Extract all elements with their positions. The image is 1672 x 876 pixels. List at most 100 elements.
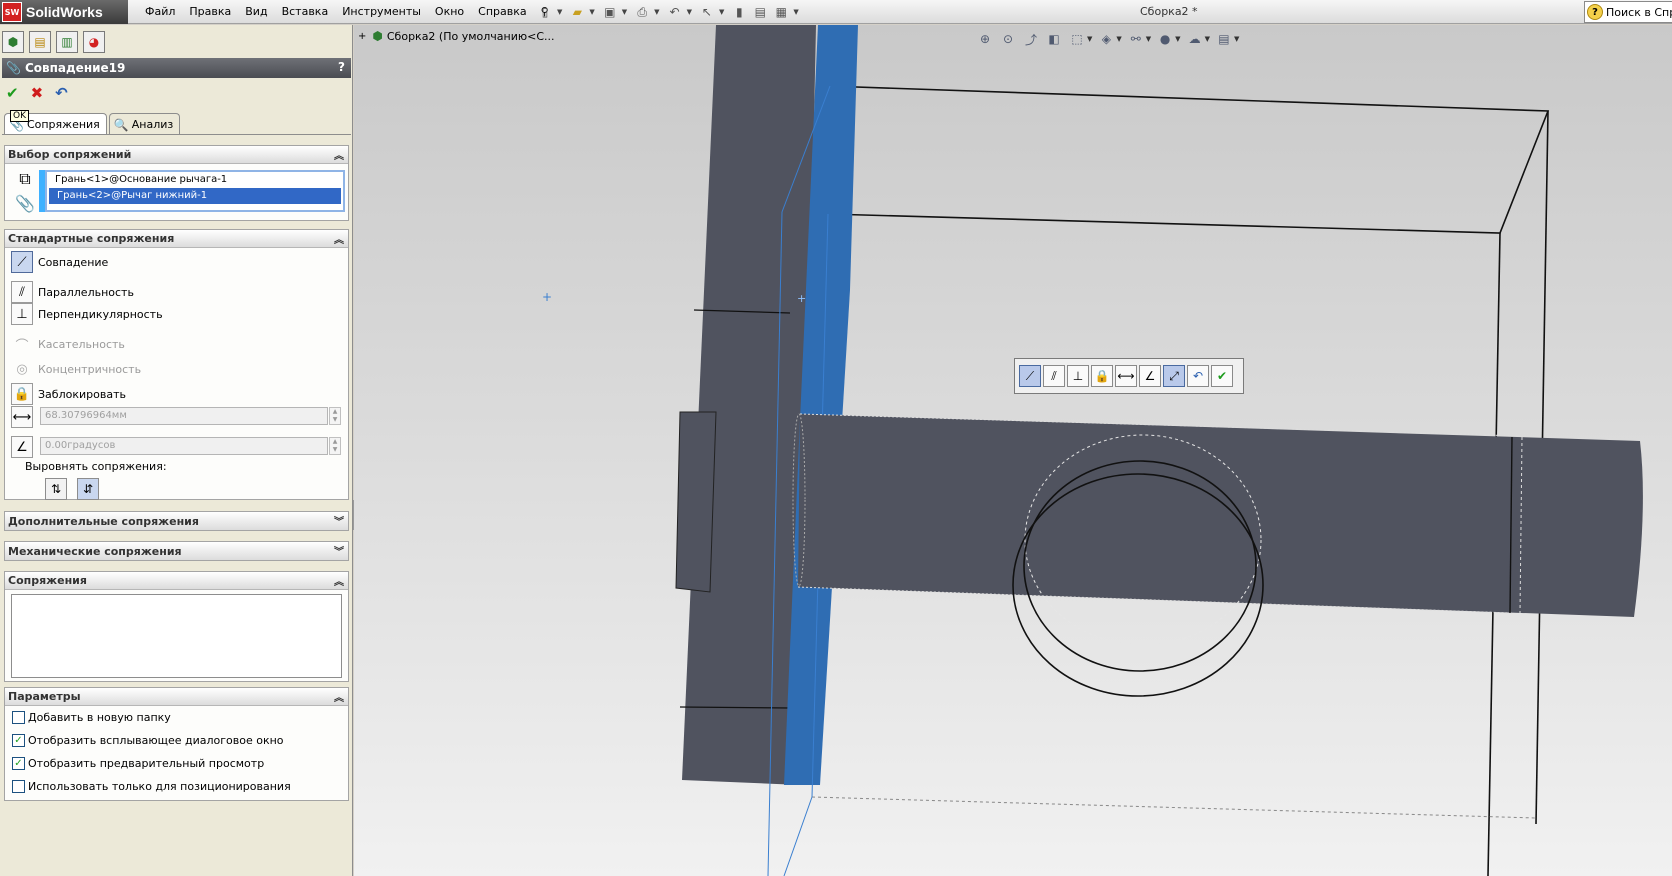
expand-plus-icon[interactable]: + [358,31,366,42]
lock-icon[interactable]: 🔒 [11,383,33,405]
coincident-icon[interactable]: ⟋ [11,251,33,273]
group-advanced-mates-header[interactable]: Дополнительные сопряжения ︾ [5,512,348,530]
mate-parallel-row[interactable]: ⫽ Параллельность [11,280,134,304]
show-preview-checkbox[interactable]: ✓ [12,756,25,770]
view-settings-dropdown[interactable]: ▼ [1234,35,1239,43]
collapse-chevron-icon[interactable]: ︽ [334,573,344,588]
appearance-icon[interactable]: ● [1156,30,1174,48]
popup-angle-icon[interactable]: ∠ [1139,365,1161,387]
parallel-icon[interactable]: ⫽ [11,281,33,303]
popup-parallel-icon[interactable]: ⫽ [1043,365,1065,387]
solidworks-logo[interactable]: SW SolidWorks [0,0,128,24]
feature-manager-tab-icon[interactable]: ⬢ [2,31,24,53]
perpendicular-icon[interactable]: ⊥ [11,303,33,325]
print-dropdown-arrow[interactable]: ▼ [654,8,659,16]
mates-list-box[interactable] [11,594,342,678]
zoom-to-area-icon[interactable]: ⊙ [999,30,1017,48]
menu-edit[interactable]: Правка [182,0,238,24]
hide-show-dropdown[interactable]: ▼ [1146,35,1151,43]
save-icon[interactable]: ▣ [601,3,619,21]
feature-tree-root[interactable]: + ⬢ Сборка2 (По умолчанию<С... [358,29,555,43]
undo-icon[interactable]: ↶ [55,84,68,102]
menu-help[interactable]: Справка [471,0,533,24]
group-standard-mates-header[interactable]: Стандартные сопряжения ︽ [5,230,348,248]
scene-icon[interactable]: ☁ [1186,30,1204,48]
section-view-icon[interactable]: ◧ [1045,30,1063,48]
rebuild-icon[interactable]: ▮ [730,3,748,21]
collapse-chevron-icon[interactable]: ︽ [334,231,344,246]
open-dropdown-arrow[interactable]: ▼ [589,8,594,16]
option-show-popup[interactable]: ✓ Отобразить всплывающее диалоговое окно [12,731,284,749]
menu-view[interactable]: Вид [238,0,274,24]
popup-flip-alignment-icon[interactable]: ⤢ [1163,365,1185,387]
collapse-chevron-icon[interactable]: ︽ [334,147,344,162]
save-dropdown-arrow[interactable]: ▼ [622,8,627,16]
popup-distance-icon[interactable]: ⟷ [1115,365,1137,387]
3d-model-scene[interactable]: + + [354,25,1672,876]
view-settings-icon[interactable]: ▤ [1215,30,1233,48]
mate-concentric-row[interactable]: ◎ Концентричность [11,357,141,381]
display-style-dropdown[interactable]: ▼ [1116,35,1121,43]
positioning-only-checkbox[interactable] [12,779,25,793]
view-orientation-icon[interactable]: ⬚ [1068,30,1086,48]
menu-insert[interactable]: Вставка [275,0,336,24]
mate-lock-row[interactable]: 🔒 Заблокировать [11,382,126,406]
distance-icon[interactable]: ⟷ [11,406,33,428]
mate-selection-list[interactable]: Грань<1>@Основание рычага-1 Грань<2>@Рыч… [45,170,345,212]
popup-lock-icon[interactable]: 🔒 [1091,365,1113,387]
group-mates-header[interactable]: Сопряжения ︽ [5,572,348,590]
mate-tangent-row[interactable]: ⌒ Касательность [11,332,124,356]
ok-check-icon[interactable]: ✔ [6,84,19,102]
display-manager-tab-icon[interactable]: ◕ [83,31,105,53]
pm-help-button[interactable]: ? [338,60,345,74]
group-mechanical-mates-header[interactable]: Механические сопряжения ︾ [5,542,348,560]
add-to-folder-checkbox[interactable] [12,710,25,724]
distance-field[interactable]: 68.30796964мм [40,407,328,425]
group-advanced-mates[interactable]: Дополнительные сопряжения ︾ [4,511,349,531]
undo-icon[interactable]: ↶ [666,3,684,21]
popup-coincident-icon[interactable]: ⟋ [1019,365,1041,387]
property-manager-tab-icon[interactable]: ▤ [29,31,51,53]
concentric-icon[interactable]: ◎ [11,358,33,380]
align-anti-aligned-icon[interactable]: ⇵ [77,478,99,500]
mate-coincident-row[interactable]: ⟋ Совпадение [11,250,108,274]
show-popup-checkbox[interactable]: ✓ [12,733,25,747]
hide-show-items-icon[interactable]: ⚯ [1127,30,1145,48]
help-search-input[interactable]: ? Поиск в Спр [1584,1,1672,23]
previous-view-icon[interactable]: ⤴ [1022,30,1040,48]
angle-icon[interactable]: ∠ [11,436,33,458]
options-icon[interactable]: ▦ [772,3,790,21]
collapse-chevron-icon[interactable]: ︽ [334,689,344,704]
expand-chevron-icon[interactable]: ︾ [334,543,344,558]
group-options-header[interactable]: Параметры ︽ [5,688,348,706]
display-style-icon[interactable]: ◈ [1097,30,1115,48]
option-positioning-only[interactable]: Использовать только для позиционирования [12,777,291,795]
align-aligned-icon[interactable]: ⇅ [45,478,67,500]
appearance-dropdown[interactable]: ▼ [1175,35,1180,43]
undo-dropdown-arrow[interactable]: ▼ [687,8,692,16]
cancel-x-icon[interactable]: ✖ [31,84,44,102]
zoom-to-fit-icon[interactable]: ⊕ [976,30,994,48]
select-dropdown-arrow[interactable]: ▼ [719,8,724,16]
mate-perpendicular-row[interactable]: ⊥ Перпендикулярность [11,302,163,326]
popup-undo-icon[interactable]: ↶ [1187,365,1209,387]
angle-field[interactable]: 0.00градусов [40,437,328,455]
angle-spinner[interactable]: ▲ ▼ [329,437,341,455]
expand-chevron-icon[interactable]: ︾ [334,513,344,528]
option-show-preview[interactable]: ✓ Отобразить предварительный просмотр [12,754,264,772]
graphics-viewport[interactable]: + + + ⬢ Сборка2 (По умолчанию<С... ⊕ ⊙ ⤴… [354,25,1672,876]
tab-analysis[interactable]: 🔍 Анализ [108,113,181,135]
option-add-to-folder[interactable]: Добавить в новую папку [12,708,171,726]
popup-ok-check-icon[interactable]: ✔ [1211,365,1233,387]
menu-tools[interactable]: Инструменты [335,0,428,24]
file-properties-icon[interactable]: ▤ [751,3,769,21]
new-dropdown-arrow[interactable]: ▼ [557,8,562,16]
list-item[interactable]: Грань<2>@Рычаг нижний-1 [49,188,341,204]
configuration-manager-tab-icon[interactable]: ▥ [56,31,78,53]
popup-perpendicular-icon[interactable]: ⊥ [1067,365,1089,387]
select-arrow-icon[interactable]: ↖ [698,3,716,21]
group-mate-selection-header[interactable]: Выбор сопряжений ︽ [5,146,348,164]
group-mechanical-mates[interactable]: Механические сопряжения ︾ [4,541,349,561]
open-folder-icon[interactable]: ▰ [568,3,586,21]
print-icon[interactable]: ⎙ [633,3,651,21]
